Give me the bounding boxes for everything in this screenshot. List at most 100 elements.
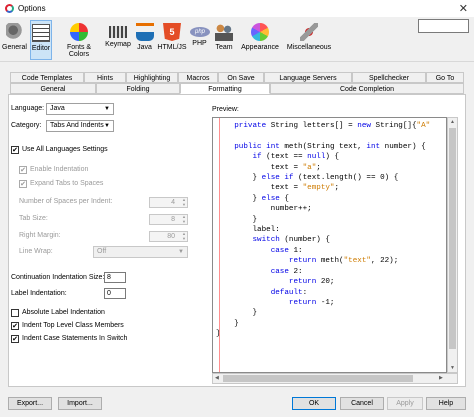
window-title: Options (18, 4, 46, 13)
code-line: default: (270, 288, 308, 297)
help-button[interactable]: Help (426, 397, 466, 410)
ok-button[interactable]: OK (292, 397, 336, 410)
tab-spellchecker[interactable]: Spellchecker (352, 72, 426, 83)
absolute-label-label: Absolute Label Indentation (22, 309, 105, 316)
code-line: switch (number) { (252, 236, 330, 245)
toolbar-item-label: PHP (192, 40, 207, 47)
tab-hints[interactable]: Hints (84, 72, 126, 83)
toolbar-item-label: Fonts & Colors (66, 44, 92, 58)
scroll-right-icon[interactable]: ▶ (439, 375, 443, 381)
category-select[interactable]: Tabs And Indents ▼ (46, 120, 114, 132)
spaces-per-indent-spinner[interactable]: 4 ▲ ▼ (149, 197, 188, 208)
team-icon (215, 23, 233, 41)
chevron-down-icon: ▼ (178, 249, 184, 255)
php-icon: php (190, 27, 210, 37)
toolbar-general[interactable]: General (1, 20, 28, 60)
enable-indentation-label: Enable Indentation (30, 166, 89, 173)
apply-button[interactable]: Apply (387, 397, 423, 410)
vertical-scrollbar[interactable]: ▲ ▼ (447, 117, 458, 373)
tab-on-save[interactable]: On Save (218, 72, 264, 83)
code-line: } (216, 215, 258, 224)
indent-top-level-checkbox[interactable]: ✔ (11, 322, 19, 330)
label-indentation-input[interactable]: 0 (104, 288, 126, 299)
tab-formatting[interactable]: Formatting (180, 83, 270, 94)
preview-editor[interactable]: private String letters[] = new String[]{… (212, 117, 447, 373)
use-all-languages-label: Use All Languages Settings (22, 146, 108, 153)
tab-highlighting[interactable]: Highlighting (126, 72, 178, 83)
tab-code-templates[interactable]: Code Templates (10, 72, 84, 83)
import-button[interactable]: Import... (58, 397, 102, 410)
toolbar-keymap[interactable]: Keymap (104, 20, 132, 60)
code-line: case 2: (270, 267, 303, 276)
tab-language-servers[interactable]: Language Servers (264, 72, 352, 83)
indent-top-level-label: Indent Top Level Class Members (22, 322, 124, 329)
app-icon (5, 4, 14, 13)
absolute-label-checkbox[interactable] (11, 309, 19, 317)
appearance-icon (251, 23, 269, 41)
scroll-down-icon[interactable]: ▼ (450, 365, 455, 371)
toolbar-team[interactable]: Team (214, 20, 234, 60)
spinner-arrows-icon: ▲ ▼ (182, 214, 186, 224)
spaces-per-indent-label: Number of Spaces per Indent: (19, 198, 113, 205)
title-bar: Options ✕ (0, 0, 474, 17)
chevron-down-icon: ▼ (104, 123, 110, 129)
tab-code-completion[interactable]: Code Completion (270, 83, 464, 94)
scroll-up-icon[interactable]: ▲ (450, 119, 455, 125)
code-line: } (216, 319, 239, 328)
spinner-arrows-icon: ▲ ▼ (182, 231, 186, 241)
toolbar-item-label: Keymap (105, 41, 131, 48)
toolbar-item-label: Miscellaneous (286, 44, 332, 51)
code-line: label: (216, 226, 280, 235)
enable-indentation-checkbox[interactable]: ✔ (19, 166, 27, 174)
right-margin-guide (219, 118, 220, 372)
toolbar-appearance[interactable]: Appearance (237, 20, 283, 60)
toolbar-item-label: Team (215, 44, 233, 51)
tab-macros[interactable]: Macros (178, 72, 218, 83)
cancel-button[interactable]: Cancel (340, 397, 384, 410)
code-line: return -1; (288, 298, 335, 307)
toolbar-item-label: Java (137, 44, 152, 51)
horizontal-scroll-thumb[interactable] (223, 375, 413, 382)
language-select[interactable]: Java ▼ (46, 103, 114, 115)
tab-general[interactable]: General (10, 83, 96, 94)
close-icon[interactable]: ✕ (459, 2, 468, 15)
export-button[interactable]: Export... (8, 397, 52, 410)
tab-folding[interactable]: Folding (96, 83, 180, 94)
toolbar-item-label: HTML/JS (157, 44, 187, 51)
category-select-value: Tabs And Indents (50, 122, 104, 129)
use-all-languages-checkbox[interactable]: ✔ (11, 146, 19, 154)
toolbar-html-js[interactable]: 5 HTML/JS (157, 20, 187, 60)
toolbar-miscellaneous[interactable]: Miscellaneous (285, 20, 333, 60)
code-line: if (text == null) { (252, 153, 340, 162)
java-cup-icon (135, 23, 154, 41)
expand-tabs-checkbox[interactable]: ✔ (19, 180, 27, 188)
tab-size-spinner[interactable]: 8 ▲ ▼ (149, 214, 188, 225)
continuation-indentation-label: Continuation Indentation Size: (11, 274, 105, 281)
toolbar-java[interactable]: Java (135, 20, 154, 60)
continuation-indentation-input[interactable]: 8 (104, 272, 126, 283)
preview-label: Preview: (212, 106, 239, 113)
code-line: } else { (216, 194, 289, 203)
search-input[interactable] (418, 19, 469, 33)
code-line: private String letters[] = new String[]{… (234, 122, 431, 130)
horizontal-scrollbar[interactable]: ◀ ▶ (212, 373, 458, 384)
vertical-scroll-thumb[interactable] (449, 128, 456, 349)
toolbar-php[interactable]: php PHP (190, 20, 210, 60)
right-margin-spinner[interactable]: 80 ▲ ▼ (149, 231, 188, 242)
gears-icon (5, 23, 24, 41)
toolbar-item-label: Editor (31, 45, 51, 52)
toolbar-editor[interactable]: Editor (30, 20, 52, 60)
code-line: } else if (text.length() == 0) { (216, 174, 399, 183)
line-wrap-select[interactable]: Off ▼ (93, 246, 188, 258)
scroll-left-icon[interactable]: ◀ (215, 375, 219, 381)
tab-size-label: Tab Size: (19, 215, 48, 222)
indent-case-checkbox[interactable]: ✔ (11, 335, 19, 343)
code-line: case 1: (270, 246, 303, 255)
indent-case-label: Indent Case Statements In Switch (22, 335, 128, 342)
right-margin-label: Right Margin: (19, 232, 61, 239)
category-label: Category: (11, 122, 42, 129)
tab-go-to[interactable]: Go To (426, 72, 464, 83)
tab-row-top: Code Templates Hints Highlighting Macros On … (10, 72, 464, 83)
toolbar-fonts-colors[interactable]: Fonts & Colors (56, 20, 102, 60)
